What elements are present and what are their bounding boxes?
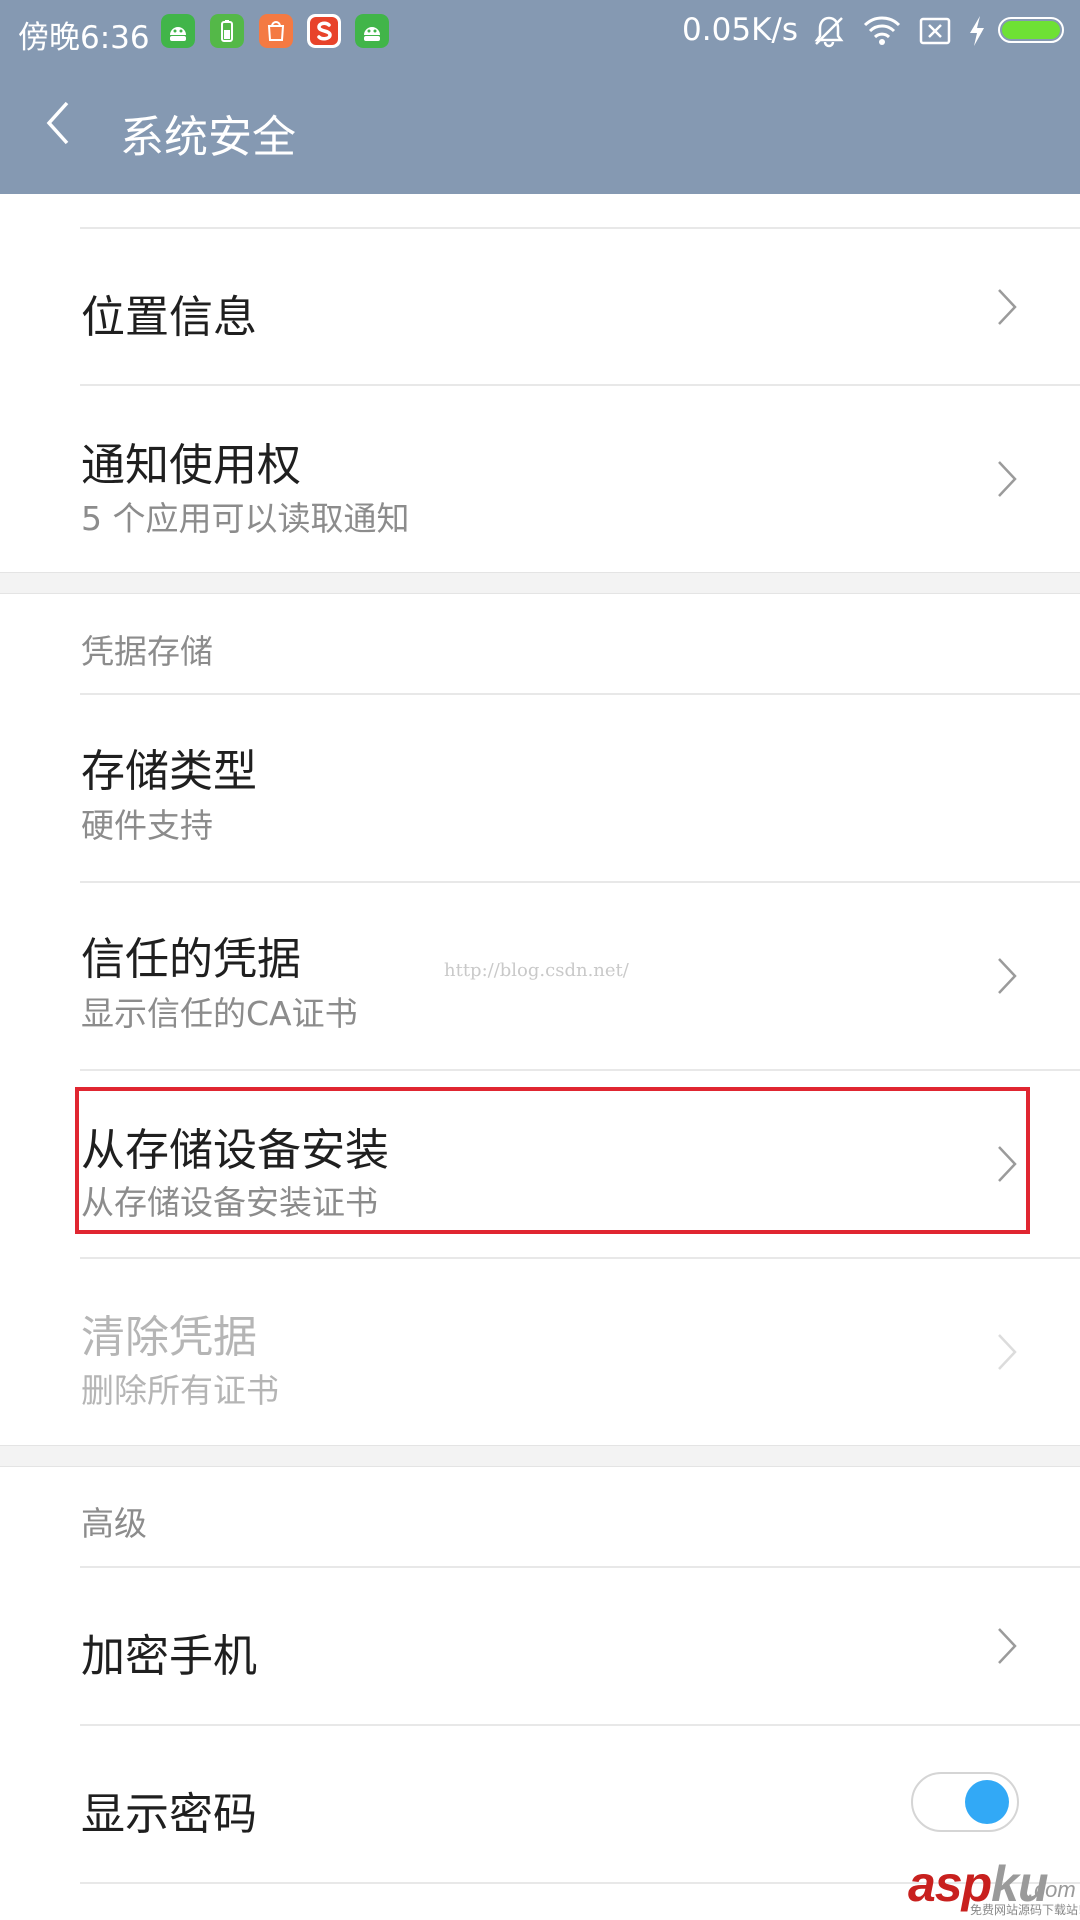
location-title: 位置信息 bbox=[81, 292, 257, 343]
notification-access-item[interactable]: 通知使用权 5 个应用可以读取通知 bbox=[0, 386, 1080, 572]
location-item[interactable]: 位置信息 bbox=[0, 229, 1080, 384]
chevron-right-icon bbox=[998, 1628, 1017, 1664]
no-sim-icon bbox=[919, 17, 951, 45]
title-bar: 傍晚6:36 0.05K/s 系统安全 bbox=[0, 0, 1080, 194]
encrypt-phone-title: 加密手机 bbox=[81, 1631, 257, 1682]
trusted-credentials-subtitle: 显示信任的CA证书 bbox=[81, 994, 358, 1033]
battery-level-fill bbox=[1002, 21, 1060, 39]
chevron-right-icon bbox=[998, 461, 1017, 497]
section-header-advanced: 高级 bbox=[81, 1504, 147, 1543]
storage-type-subtitle: 硬件支持 bbox=[81, 806, 213, 845]
chevron-right-icon bbox=[998, 1334, 1017, 1370]
encrypt-phone-item[interactable]: 加密手机 bbox=[0, 1568, 1080, 1724]
back-arrow-icon[interactable] bbox=[46, 100, 70, 146]
show-password-title: 显示密码 bbox=[81, 1789, 257, 1840]
sogou-input-icon bbox=[307, 14, 341, 48]
storage-type-item: 存储类型 硬件支持 bbox=[0, 695, 1080, 881]
highlight-box bbox=[75, 1087, 1030, 1234]
notification-access-subtitle: 5 个应用可以读取通知 bbox=[81, 499, 410, 538]
android-robot-icon bbox=[355, 14, 389, 48]
mi-store-icon bbox=[259, 14, 293, 48]
battery-icon bbox=[998, 17, 1064, 43]
wifi-icon bbox=[863, 16, 901, 45]
chevron-right-icon bbox=[998, 958, 1017, 994]
logo-tagline: 免费网站源码下载站! bbox=[970, 1903, 1080, 1917]
chevron-right-icon bbox=[998, 289, 1017, 325]
toggle-knob bbox=[965, 1780, 1009, 1824]
section-gap bbox=[0, 572, 1080, 594]
clear-credentials-title: 清除凭据 bbox=[81, 1312, 257, 1363]
show-password-toggle[interactable] bbox=[911, 1772, 1019, 1832]
android-robot-icon bbox=[161, 14, 195, 48]
battery-saver-icon bbox=[210, 14, 244, 48]
aspku-logo: aspku .com 免费网站源码下载站! bbox=[906, 1855, 1080, 1917]
clear-credentials-subtitle: 删除所有证书 bbox=[81, 1371, 279, 1410]
page-title: 系统安全 bbox=[120, 112, 296, 163]
section-header-credential-storage: 凭据存储 bbox=[81, 632, 213, 671]
logo-domain: .com bbox=[1028, 1877, 1076, 1902]
network-speed: 0.05K/s bbox=[682, 12, 798, 48]
charging-bolt-icon bbox=[970, 16, 984, 46]
status-time: 傍晚6:36 bbox=[18, 20, 150, 56]
bell-muted-icon bbox=[814, 16, 844, 48]
watermark-text: http://blog.csdn.net/ bbox=[444, 960, 629, 981]
section-gap bbox=[0, 1445, 1080, 1467]
status-bar: 傍晚6:36 0.05K/s bbox=[0, 0, 1080, 62]
storage-type-title: 存储类型 bbox=[81, 746, 257, 797]
trusted-credentials-title: 信任的凭据 bbox=[81, 934, 301, 985]
notification-access-title: 通知使用权 bbox=[81, 440, 301, 491]
clear-credentials-item: 清除凭据 删除所有证书 bbox=[0, 1259, 1080, 1445]
